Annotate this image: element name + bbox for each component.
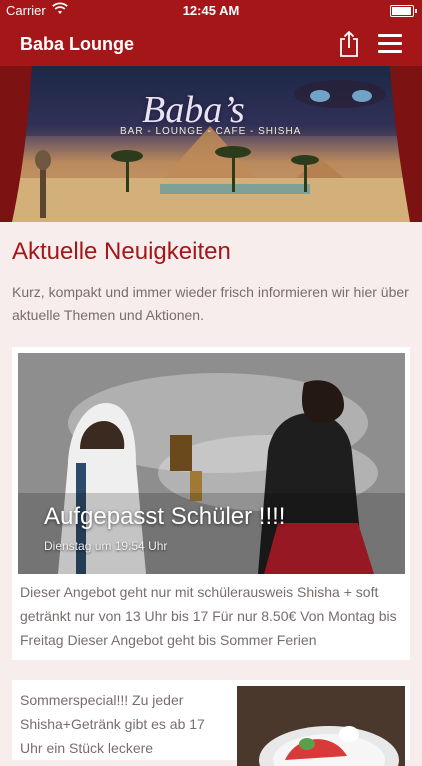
section-intro: Kurz, kompakt und immer wieder frisch in… [12,284,409,323]
share-icon[interactable] [336,30,362,58]
navigation-bar: Baba Lounge [0,22,422,66]
status-bar: Carrier 12:45 AM [0,0,422,22]
header-banner: Baba’s BAR - LOUNGE - CAFE - SHISHA [0,66,422,222]
news-date: Dienstag um 19:54 Uhr [44,539,168,553]
clock: 12:45 AM [182,3,240,18]
news-thumbnail-illustration [237,686,405,766]
news-photo: Aufgepasst Schüler !!!! Dienstag um 19:5… [18,353,405,574]
battery-icon [390,5,417,17]
app-title: Baba Lounge [20,34,135,54]
hamburger-menu-icon[interactable] [378,34,402,54]
banner-tagline: BAR - LOUNGE - CAFE - SHISHA [120,126,302,137]
news-thumbnail [237,686,405,766]
news-body: Sommerspecial!!! Zu jeder Shisha+Getränk… [20,692,205,756]
news-title: Aufgepasst Schüler !!!! [44,503,286,530]
news-card[interactable]: Aufgepasst Schüler !!!! Dienstag um 19:5… [12,347,410,660]
news-card[interactable]: Sommerspecial!!! Zu jeder Shisha+Getränk… [12,680,410,766]
section-title: Aktuelle Neuigkeiten [12,238,231,265]
news-body: Dieser Angebot geht nur mit schülerauswe… [20,584,397,648]
